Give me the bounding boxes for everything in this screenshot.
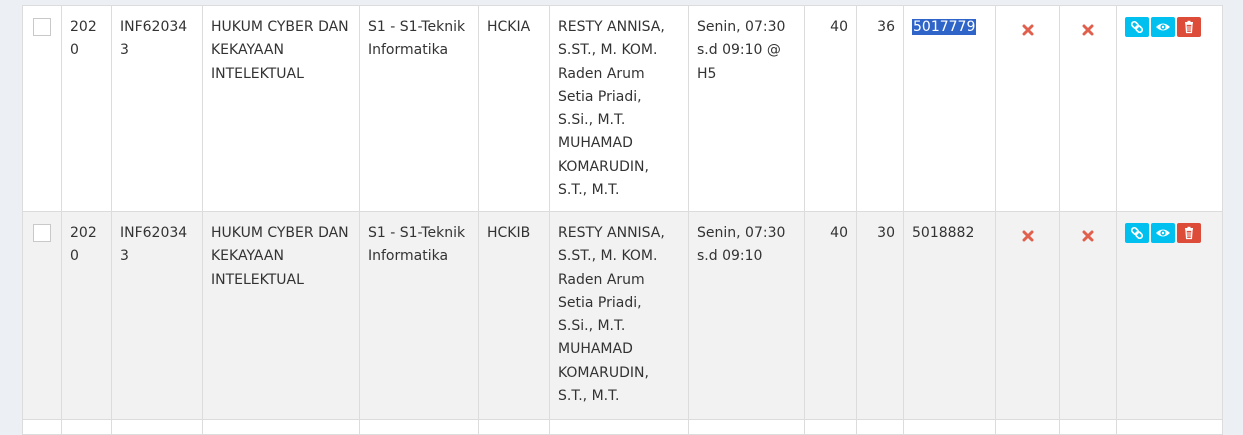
lecturer-cell-line: S.T., M.T.: [558, 388, 620, 405]
row-checkbox[interactable]: [33, 18, 51, 36]
x-icon: [1082, 227, 1094, 242]
empty-cell: [1116, 419, 1223, 435]
table-row: 2020 INF620343 HUKUM CYBER DAN KEKAYAAN INTE…: [22, 211, 1223, 420]
lecturer-cell-line: MUHAMAD: [558, 135, 633, 152]
eye-button[interactable]: [1151, 17, 1175, 37]
row-checkbox[interactable]: [33, 224, 51, 242]
course-code-cell: INF620343: [111, 211, 203, 420]
course-name-cell: HUKUM CYBER DAN KEKAYAAN INTELEKTUAL: [202, 211, 360, 420]
row-select-cell: [22, 5, 62, 212]
schedule-cell: Senin, 07:30 s.d 09:10: [688, 211, 805, 420]
page: 2020 INF620343 HUKUM CYBER DAN KEKAYAAN INTE…: [0, 0, 1243, 435]
study-program-cell-line: S1 - S1-Teknik: [368, 225, 466, 241]
empty-cell: [549, 419, 689, 435]
x-icon: [1082, 21, 1094, 36]
enrolled-cell: 30: [856, 211, 904, 420]
lecturer-cell: RESTY ANNISA, S.ST., M. KOM. Raden Arum Set…: [549, 211, 689, 420]
empty-cell: [359, 419, 479, 435]
lecturer-cell: RESTY ANNISA, S.ST., M. KOM. Raden Arum Set…: [549, 5, 689, 212]
x-icon: [1022, 21, 1034, 36]
year-cell: 2020: [61, 5, 112, 212]
schedule-cell-line: s.d 09:10 @: [697, 42, 781, 59]
schedule-cell-line: Senin, 07:30: [697, 19, 786, 35]
status-flag-cell-1: [995, 5, 1060, 212]
empty-cell: [688, 419, 805, 435]
class-code-cell: HCKIB: [478, 211, 550, 420]
link-button[interactable]: [1125, 223, 1149, 243]
empty-cell: [903, 419, 996, 435]
lecturer-cell-line: Setia Priadi,: [558, 294, 642, 311]
course-name-cell-line: INTELEKTUAL: [211, 65, 304, 82]
lecturer-cell-line: S.ST., M. KOM.: [558, 42, 658, 59]
course-name-cell-line: KEKAYAAN: [211, 248, 284, 265]
course-name-cell-line: INTELEKTUAL: [211, 271, 304, 288]
study-program-cell-line: S1 - S1-Teknik: [368, 19, 466, 35]
empty-cell: [22, 419, 62, 435]
lecturer-cell-line: KOMARUDIN,: [558, 364, 649, 381]
empty-cell: [804, 419, 857, 435]
lecturer-cell-line: Raden Arum: [558, 271, 645, 288]
actions-cell: [1116, 211, 1223, 420]
lecturer-cell-line: S.Si., M.T.: [558, 112, 626, 129]
lecturer-cell-line: KOMARUDIN,: [558, 158, 649, 175]
x-icon: [1022, 227, 1034, 242]
course-name-cell-line: HUKUM CYBER DAN: [211, 19, 349, 35]
class-id-cell: 5018882: [903, 211, 996, 420]
empty-cell: [995, 419, 1060, 435]
year-cell: 2020: [61, 211, 112, 420]
lecturer-cell-line: S.Si., M.T.: [558, 318, 626, 335]
class-id-cell: 5017779: [903, 5, 996, 212]
empty-cell: [1059, 419, 1117, 435]
status-flag-cell-2: [1059, 211, 1117, 420]
trash-button[interactable]: [1177, 223, 1201, 243]
study-program-cell: S1 - S1-Teknik Informatika: [359, 211, 479, 420]
status-flag-cell-2: [1059, 5, 1117, 212]
empty-cell: [61, 419, 112, 435]
empty-cell: [111, 419, 203, 435]
status-flag-cell-1: [995, 211, 1060, 420]
table-row: 2020 INF620343 HUKUM CYBER DAN KEKAYAAN INTE…: [22, 5, 1223, 212]
table-row: [22, 419, 1223, 435]
lecturer-cell-line: S.ST., M. KOM.: [558, 248, 658, 265]
lecturer-cell-line: RESTY ANNISA,: [558, 19, 665, 35]
schedule-cell: Senin, 07:30 s.d 09:10 @ H5: [688, 5, 805, 212]
empty-cell: [478, 419, 550, 435]
empty-cell: [202, 419, 360, 435]
lecturer-cell-line: RESTY ANNISA,: [558, 225, 665, 241]
empty-cell: [856, 419, 904, 435]
course-name-cell-line: KEKAYAAN: [211, 42, 284, 59]
capacity-cell: 40: [804, 211, 857, 420]
schedule-cell-line: Senin, 07:30: [697, 225, 786, 241]
class-id-value[interactable]: 5018882: [912, 225, 974, 241]
lecturer-cell-line: MUHAMAD: [558, 341, 633, 358]
actions-cell: [1116, 5, 1223, 212]
course-code-cell: INF620343: [111, 5, 203, 212]
row-select-cell: [22, 211, 62, 420]
eye-button[interactable]: [1151, 223, 1175, 243]
schedule-cell-line: H5: [697, 65, 717, 82]
class-id-value[interactable]: 5017779: [912, 19, 977, 35]
link-button[interactable]: [1125, 17, 1149, 37]
study-program-cell: S1 - S1-Teknik Informatika: [359, 5, 479, 212]
study-program-cell-line: Informatika: [368, 248, 449, 265]
class-code-cell: HCKIA: [478, 5, 550, 212]
course-name-cell: HUKUM CYBER DAN KEKAYAAN INTELEKTUAL: [202, 5, 360, 212]
schedule-cell-line: s.d 09:10: [697, 248, 763, 265]
table-body: 2020 INF620343 HUKUM CYBER DAN KEKAYAAN INTE…: [22, 5, 1223, 435]
capacity-cell: 40: [804, 5, 857, 212]
trash-button[interactable]: [1177, 17, 1201, 37]
course-name-cell-line: HUKUM CYBER DAN: [211, 225, 349, 241]
lecturer-cell-line: S.T., M.T.: [558, 182, 620, 199]
lecturer-cell-line: Setia Priadi,: [558, 88, 642, 105]
enrolled-cell: 36: [856, 5, 904, 212]
lecturer-cell-line: Raden Arum: [558, 65, 645, 82]
class-schedule-table: 2020 INF620343 HUKUM CYBER DAN KEKAYAAN INTE…: [22, 5, 1223, 435]
study-program-cell-line: Informatika: [368, 42, 449, 59]
